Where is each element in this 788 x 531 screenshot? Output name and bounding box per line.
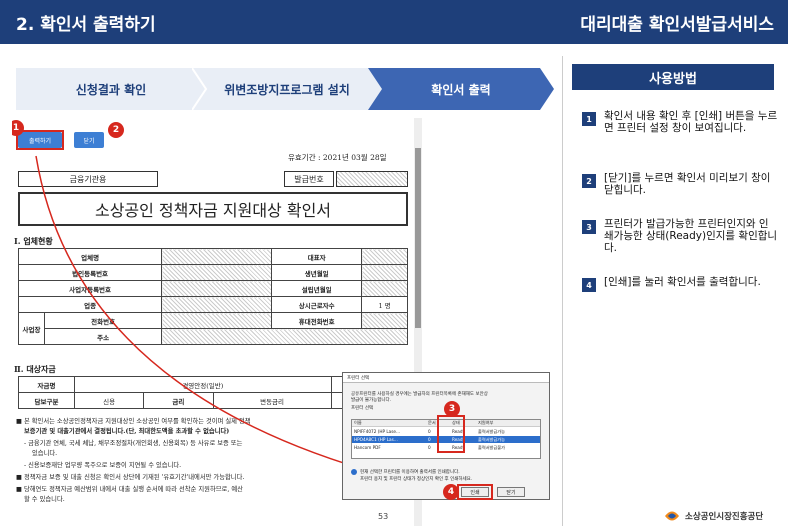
printer-name: Hancom PDF [354, 445, 381, 450]
printer-select-dialog: 프린터 선택 공유프린터를 사용하실 경우에는 발급자의 프린터목록에 존재해도… [342, 372, 550, 500]
printer-list-label: 프린터 선택 [351, 406, 374, 411]
usage-step-2: [닫기]를 누르면 확인서 미리보기 창이 닫힙니다. [604, 172, 771, 196]
col-support: 지원여부 [478, 420, 494, 425]
dialog-description-2: 발급이 불가능합니다. [351, 398, 392, 403]
printer-name: NPIFF4072 (HP Lase... [354, 429, 400, 434]
usage-step-1: 확인서 내용 확인 후 [인쇄] 버튼을 누르면 프린터 설정 창이 보여집니다… [604, 110, 778, 134]
org-logo: 소상공인시장진흥공단 [663, 509, 763, 523]
info-line-1: 현재 선택한 프린터를 이용하여 출력서를 인쇄합니다. [351, 469, 460, 475]
highlight-box-4 [457, 484, 493, 500]
info-line-2: 프린터 용지 및 프린터 상태가 정상인지 확인 후 인쇄하세요. [360, 477, 473, 482]
printer-support: 출력서발급가능 [478, 436, 505, 442]
step-number: 4 [582, 278, 596, 292]
dialog-titlebar: 프린터 선택 [343, 373, 549, 383]
step-number: 1 [582, 112, 596, 126]
usage-step-4: [인쇄]를 눌러 확인서를 출력합니다. [604, 276, 761, 288]
badge-4: 4 [443, 484, 459, 500]
highlight-box-3 [437, 415, 465, 453]
usage-step-3: 프린터가 발급가능한 프린터인지와 인쇄가능한 상태(Ready)인지를 확인합… [604, 218, 778, 254]
org-name: 소상공인시장진흥공단 [685, 512, 764, 522]
step-number: 3 [582, 220, 596, 234]
usage-title: 사용방법 [572, 64, 774, 90]
badge-3: 3 [444, 401, 460, 417]
info-icon [351, 469, 357, 475]
usage-panel: 1 확인서 내용 확인 후 [인쇄] 버튼을 누르면 프린터 설정 창이 보여집… [572, 90, 777, 320]
printer-support: 출력서발급가능 [478, 428, 505, 434]
dialog-close-button[interactable]: 닫기 [497, 487, 525, 497]
info-text: 현재 선택한 프린터를 이용하여 출력서를 인쇄합니다. [360, 470, 460, 475]
printer-name: HPO4A8C1 (HP Las... [354, 437, 398, 442]
logo-icon [665, 511, 679, 521]
col-name: 이름 [354, 420, 362, 425]
page-number: 53 [378, 512, 389, 521]
step-number: 2 [582, 174, 596, 188]
printer-support: 출력서발급불가 [478, 444, 505, 450]
